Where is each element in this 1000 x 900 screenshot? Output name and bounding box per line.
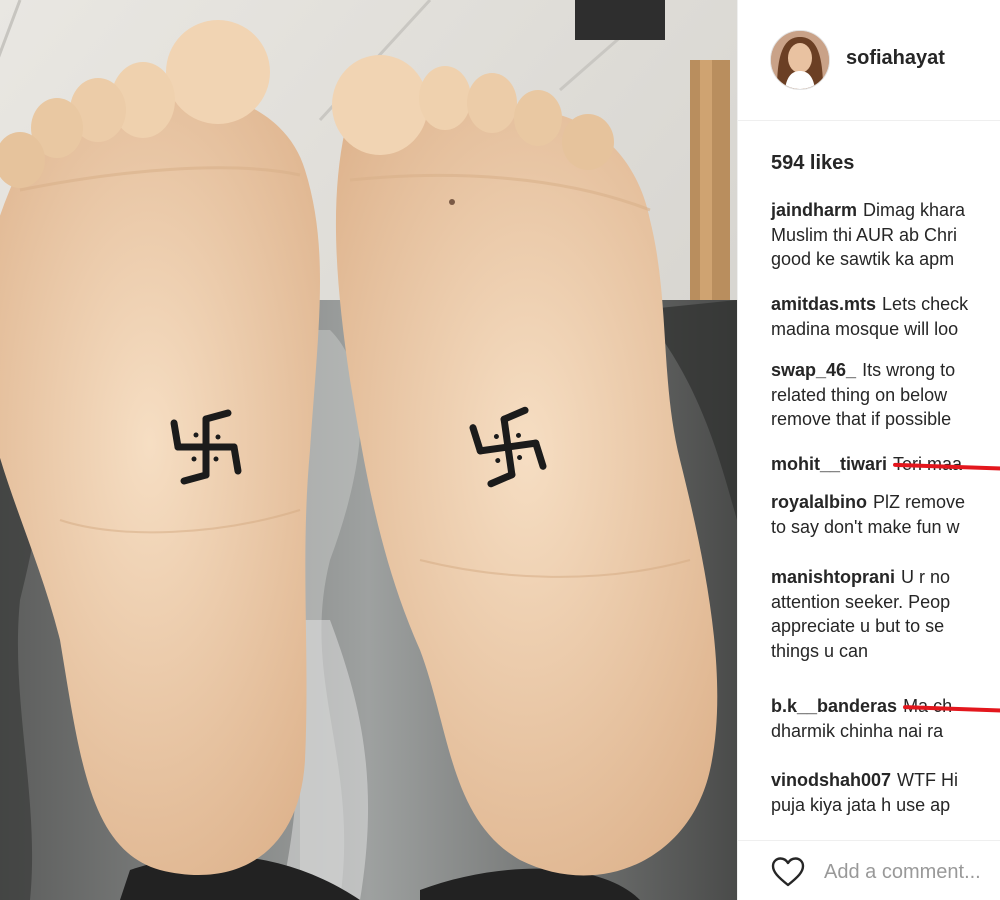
comment-item: royalalbino PlZ remove to say don't make … (771, 490, 1000, 539)
comment-text: Muslim thi AUR ab Chri (771, 224, 958, 245)
avatar[interactable] (770, 30, 830, 90)
comment-text: Dimag khara (863, 200, 966, 220)
comment-line: amitdas.mts Lets check (771, 292, 1000, 317)
likes-count[interactable]: 594 likes (771, 152, 854, 175)
comment-line: swap_46_ Its wrong to (771, 358, 1000, 383)
comment-line: royalalbino PlZ remove (771, 490, 1000, 515)
comment-username[interactable]: b.k__banderas (771, 696, 897, 716)
comment-text: attention seeker. Peop (771, 591, 951, 612)
comment-text: appreciate u but to se (771, 616, 945, 636)
comment-line: vinodshah007 WTF Hi (771, 768, 1000, 793)
comment-item: jaindharm Dimag khara Muslim thi AUR ab C… (771, 198, 1000, 272)
comment-line: b.k__banderas Ma ch (771, 694, 1000, 719)
comment-text: dharmik chinha nai ra (771, 720, 944, 741)
comment-item: manishtoprani U r no attention seeker. Pe… (771, 565, 1000, 663)
redacted-comment-text: Teri maa (893, 452, 962, 477)
comment-text: Lets check (882, 294, 969, 314)
comment-username[interactable]: amitdas.mts (771, 294, 876, 314)
comment-text: remove that if possible (771, 409, 952, 429)
comment-item: amitdas.mts Lets check madina mosque will… (771, 292, 1000, 341)
comment-username[interactable]: mohit__tiwari (771, 454, 887, 474)
comment-text: things u can (771, 640, 869, 661)
comment-username[interactable]: swap_46_ (771, 360, 856, 380)
comment-username[interactable]: jaindharm (771, 200, 857, 220)
feet-tattoo-image (0, 0, 737, 900)
comment-item: b.k__banderas Ma ch dharmik chinha nai ra (771, 694, 1000, 743)
comment-line: jaindharm Dimag khara (771, 198, 1000, 223)
comment-text: puja kiya jata h use ap (771, 794, 951, 815)
post-header: sofiahayat (738, 0, 1000, 121)
comment-text: WTF Hi (897, 770, 959, 790)
profile-avatar-icon (771, 31, 829, 89)
comment-line: manishtoprani U r no (771, 565, 1000, 590)
comment-username[interactable]: manishtoprani (771, 567, 895, 587)
add-comment-input[interactable] (824, 858, 1000, 886)
post-sidebar: sofiahayat 594 likes jaindharm Dimag khar… (737, 0, 1000, 900)
comment-item: swap_46_ Its wrong to related thing on be… (771, 358, 1000, 432)
comment-text: to say don't make fun w (771, 516, 960, 537)
post-username[interactable]: sofiahayat (846, 47, 945, 70)
post-photo (0, 0, 737, 900)
comment-text: PlZ remove (873, 492, 966, 512)
comment-item: vinodshah007 WTF Hi puja kiya jata h use … (771, 768, 1000, 817)
comment-username[interactable]: royalalbino (771, 492, 867, 512)
comment-text: madina mosque will loo (771, 318, 959, 339)
comment-text: good ke sawtik ka apm (771, 249, 955, 269)
comment-text: Its wrong to (862, 360, 956, 380)
comment-line: mohit__tiwari Teri maa (771, 452, 1000, 477)
comment-text: related thing on below (771, 384, 948, 405)
comment-username[interactable]: vinodshah007 (771, 770, 891, 790)
comment-text: U r no (901, 567, 951, 587)
redacted-comment-text: Ma ch (903, 694, 952, 719)
heart-outline-icon[interactable] (770, 856, 806, 888)
comment-compose-bar (738, 840, 1000, 900)
comment-item: mohit__tiwari Teri maa (771, 452, 1000, 477)
